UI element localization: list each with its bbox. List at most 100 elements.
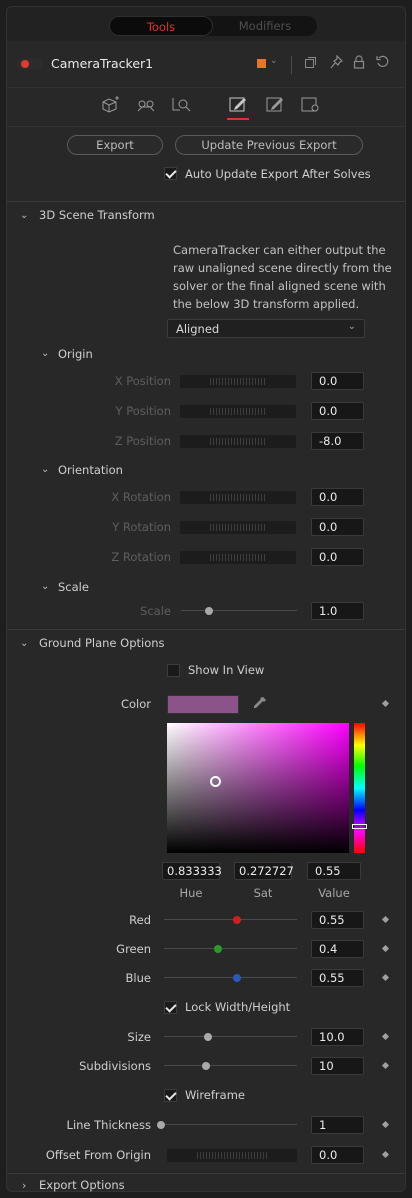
keyframe-diamond-icon[interactable] [381,699,390,708]
sat-label: Sat [253,886,273,900]
slider-knob[interactable] [205,607,213,615]
pin-icon[interactable] [330,54,344,72]
offset-from-origin-label: Offset From Origin [45,1148,151,1162]
versions-icon[interactable] [304,56,317,72]
slider-track [164,977,297,978]
color-label: Color [120,697,151,711]
wireframe-label: Wireframe [185,1088,245,1102]
red-field[interactable]: 0.55 [311,911,364,929]
node-color-swatch[interactable] [257,59,266,68]
alignment-mode-dropdown[interactable]: Aligned ⌄ [167,319,365,338]
export-button[interactable]: Export [67,135,163,155]
saturation-value-picker[interactable] [167,723,349,853]
tool-page-tabs [7,87,405,127]
z-position-field[interactable]: -8.0 [311,432,364,450]
wireframe-checkbox[interactable] [164,1089,177,1102]
color-picker-cursor[interactable] [210,776,221,787]
lock-width-height-label: Lock Width/Height [185,1000,291,1014]
options-tab-icon[interactable] [264,94,286,114]
keyframe-diamond-icon[interactable] [381,973,390,982]
keyframe-diamond-icon[interactable] [381,1032,390,1041]
color-dropdown-icon[interactable]: ⌄ [270,56,278,66]
scale-collapse-icon[interactable]: ⌄ [41,581,49,592]
lock-width-height-checkbox[interactable] [164,1001,177,1014]
y-position-field[interactable]: 0.0 [311,402,364,420]
keyframe-diamond-icon[interactable] [381,915,390,924]
track-tab-icon[interactable] [100,94,122,114]
blue-slider[interactable] [164,971,297,985]
green-field[interactable]: 0.4 [311,940,364,958]
blue-field[interactable]: 0.55 [311,969,364,987]
scale-slider[interactable] [181,604,297,618]
offset-from-origin-thumbwheel[interactable] [167,1149,297,1162]
show-in-view-checkbox[interactable] [167,664,180,677]
solve-tab-icon[interactable] [170,94,192,114]
orientation-collapse-icon[interactable]: ⌄ [41,464,49,475]
value-field[interactable]: 0.55 [307,862,361,880]
section-ground-plane-options[interactable]: ⌄ Ground Plane Options [7,629,405,655]
camera-tab-icon[interactable] [135,94,157,114]
x-rotation-field[interactable]: 0.0 [311,488,364,506]
slider-knob[interactable] [204,1033,212,1041]
slider-knob[interactable] [202,1062,210,1070]
scale-field[interactable]: 1.0 [311,602,364,620]
subdivisions-field[interactable]: 10 [311,1057,364,1075]
reset-icon[interactable] [376,55,389,71]
x-position-thumbwheel[interactable] [180,375,296,388]
line-thickness-slider[interactable] [157,1118,297,1132]
ground-plane-color-swatch[interactable] [167,695,239,714]
eyedropper-icon[interactable] [251,696,267,715]
z-position-thumbwheel[interactable] [180,435,296,448]
dropdown-value: Aligned [176,322,220,336]
update-previous-export-button[interactable]: Update Previous Export [175,135,363,155]
keyframe-diamond-icon[interactable] [381,1120,390,1129]
sat-field[interactable]: 0.272727 [234,862,294,880]
slider-knob[interactable] [214,945,222,953]
keyframe-diamond-icon[interactable] [381,1061,390,1070]
offset-from-origin-field[interactable]: 0.0 [311,1146,364,1164]
export-tab-icon[interactable] [227,94,249,114]
z-rotation-thumbwheel[interactable] [180,551,296,564]
y-position-label: Y Position [115,404,171,418]
enable-dot-icon [21,60,29,68]
section-export-options[interactable]: › Export Options [7,1173,405,1193]
line-thickness-field[interactable]: 1 [311,1116,364,1134]
inspector-tabs-bar: Tools Modifiers [7,7,405,41]
origin-group-title[interactable]: Origin [58,347,93,361]
slider-track [164,948,297,949]
auto-update-export-checkbox[interactable] [164,167,177,180]
green-label: Green [116,942,151,956]
tab-tools[interactable]: Tools [109,16,213,36]
hue-field[interactable]: 0.833333 [162,862,222,880]
section-3d-scene-transform[interactable]: ⌄ 3D Scene Transform [7,201,405,227]
z-rotation-field[interactable]: 0.0 [311,548,364,566]
hue-strip[interactable] [354,723,365,853]
orientation-group-title[interactable]: Orientation [58,463,123,477]
y-rotation-field[interactable]: 0.0 [311,518,364,536]
keyframe-diamond-icon[interactable] [381,944,390,953]
slider-knob[interactable] [233,916,241,924]
size-field[interactable]: 10.0 [311,1028,364,1046]
x-rotation-thumbwheel[interactable] [180,491,296,504]
settings-tab-icon[interactable] [299,94,321,114]
x-position-field[interactable]: 0.0 [311,372,364,390]
y-rotation-thumbwheel[interactable] [180,521,296,534]
active-tab-indicator [227,118,249,120]
tab-modifiers[interactable]: Modifiers [213,16,317,36]
y-position-thumbwheel[interactable] [180,405,296,418]
slider-knob[interactable] [233,974,241,982]
size-slider[interactable] [164,1030,297,1044]
slider-track [164,1065,297,1066]
scale-group-title[interactable]: Scale [58,580,89,594]
chevron-down-icon: ⌄ [20,210,29,221]
hue-marker[interactable] [352,824,367,829]
node-enable-toggle[interactable] [17,59,43,69]
green-slider[interactable] [164,942,297,956]
slider-knob[interactable] [157,1121,165,1129]
subdivisions-slider[interactable] [164,1059,297,1073]
chevron-right-icon: › [22,1179,27,1192]
origin-collapse-icon[interactable]: ⌄ [41,348,49,359]
keyframe-diamond-icon[interactable] [381,1150,390,1159]
lock-icon[interactable] [353,55,365,72]
red-slider[interactable] [164,913,297,927]
